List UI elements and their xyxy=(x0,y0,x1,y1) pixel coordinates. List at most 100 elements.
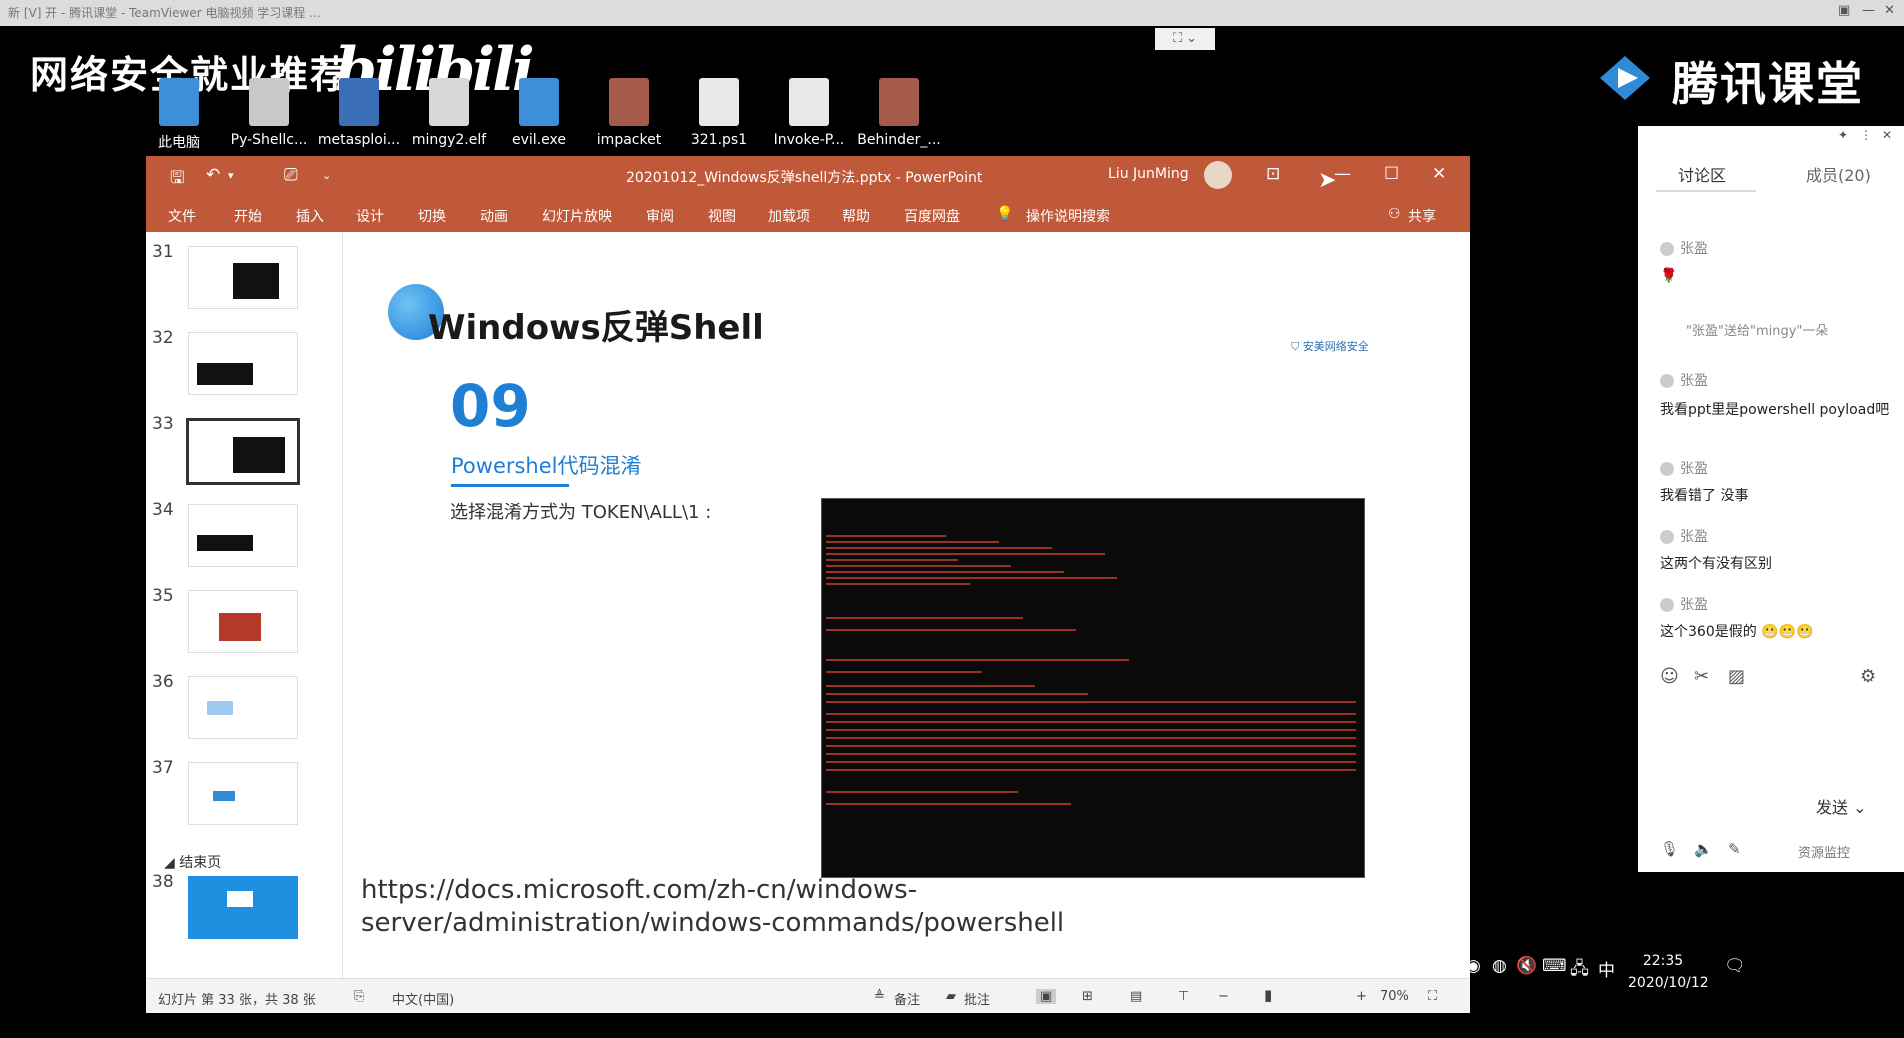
desktop-icon[interactable]: 此电脑 xyxy=(136,78,222,152)
minimize-icon[interactable]: — xyxy=(1334,164,1351,184)
undo-icon[interactable]: ↶ xyxy=(206,165,220,185)
comments-button[interactable]: 批注 xyxy=(964,989,990,1008)
tab-file[interactable]: 文件 xyxy=(168,206,196,226)
thumbnail-slide[interactable] xyxy=(188,504,298,567)
restore-icon[interactable]: ▣ xyxy=(1838,3,1850,18)
network-icon[interactable]: 🖧 xyxy=(1570,956,1589,985)
tab-transitions[interactable]: 切换 xyxy=(418,206,446,226)
tab-animations[interactable]: 动画 xyxy=(480,206,508,226)
more-icon[interactable]: ⋮ xyxy=(1860,128,1872,142)
tray-app-icon[interactable]: ◉ xyxy=(1466,956,1481,976)
zoom-in-icon[interactable]: + xyxy=(1356,989,1367,1004)
section-header[interactable]: ◢ 结束页 xyxy=(164,852,221,872)
present-icon[interactable]: ⎚ xyxy=(284,165,298,185)
settings-icon[interactable]: ⚙ xyxy=(1860,666,1876,687)
slide-scrollbar[interactable] xyxy=(1455,232,1469,978)
emoji-icon[interactable]: ☺ xyxy=(1660,666,1679,687)
notes-button[interactable]: 备注 xyxy=(894,989,920,1008)
tab-help[interactable]: 帮助 xyxy=(842,206,870,226)
tell-me-search[interactable]: 操作说明搜索 xyxy=(1026,206,1110,226)
collapse-arrow-icon[interactable]: ◢ xyxy=(164,855,175,871)
desktop-icon[interactable]: metasploi... xyxy=(316,78,402,148)
tab-addins[interactable]: 加载项 xyxy=(768,206,810,226)
thumbnail-slide[interactable] xyxy=(188,590,298,653)
notification-icon[interactable]: 🗨 xyxy=(1724,956,1746,976)
desktop-icon[interactable]: impacket xyxy=(586,78,672,148)
close-icon[interactable]: ✕ xyxy=(1882,128,1892,142)
maximize-icon[interactable]: ☐ xyxy=(1384,164,1399,184)
tab-design[interactable]: 设计 xyxy=(356,206,384,226)
fit-slide-icon[interactable]: ⛶ xyxy=(1428,989,1437,1004)
close-icon[interactable]: ✕ xyxy=(1432,164,1446,184)
close-icon[interactable]: ✕ xyxy=(1884,3,1895,18)
clock-date: 2020/10/12 xyxy=(1628,975,1709,991)
desktop-icon[interactable]: Behinder_... xyxy=(856,78,942,148)
tab-home[interactable]: 开始 xyxy=(234,206,262,226)
desktop-icon[interactable]: evil.exe xyxy=(496,78,582,148)
pen-icon[interactable]: ✎ xyxy=(1728,840,1741,858)
clock[interactable]: 22:35 2020/10/12 xyxy=(1628,950,1709,994)
minimize-icon[interactable]: — xyxy=(1862,3,1875,18)
tab-members[interactable]: 成员(20) xyxy=(1806,162,1871,186)
emoji-icon: 😬😬😬 xyxy=(1761,624,1814,640)
accessibility-icon[interactable]: ⎘ xyxy=(354,989,364,1004)
terminal-text-line xyxy=(826,791,1018,793)
share-icon[interactable]: ⚇ xyxy=(1388,206,1401,222)
tab-view[interactable]: 视图 xyxy=(708,206,736,226)
metasploit-icon xyxy=(339,78,379,126)
tray-teamviewer-icon[interactable]: ◍ xyxy=(1492,956,1507,976)
slide-title: Windows反弹Shell xyxy=(428,308,764,348)
slide-logo: ⛉ 安美网络安全 xyxy=(1291,338,1369,354)
share-button[interactable]: 共享 xyxy=(1408,206,1436,226)
tab-slideshow[interactable]: 幻灯片放映 xyxy=(542,206,612,226)
terminal-text-line xyxy=(826,617,1023,619)
ribbon-display-icon[interactable]: ⊡ xyxy=(1266,164,1280,184)
send-button[interactable]: 发送 ⌄ xyxy=(1816,794,1867,818)
thumbnail-scrollbar[interactable] xyxy=(326,232,340,978)
pin-icon[interactable]: ✦ xyxy=(1838,128,1848,142)
chat-message: 我看错了 没事 xyxy=(1660,488,1749,504)
zoom-slider[interactable]: ▮ xyxy=(1264,986,1272,1004)
microphone-icon[interactable]: 🎙 xyxy=(1660,840,1679,858)
reading-view-icon[interactable]: ▤ xyxy=(1130,989,1142,1004)
thumbnail-slide[interactable] xyxy=(188,762,298,825)
tab-review[interactable]: 审阅 xyxy=(646,206,674,226)
ime-indicator[interactable]: 中 xyxy=(1598,956,1615,981)
thumbnail-slide[interactable] xyxy=(188,246,298,309)
keyboard-icon[interactable]: ⌨ xyxy=(1542,956,1567,976)
undo-dropdown-icon[interactable]: ▾ xyxy=(228,169,234,182)
zoom-level[interactable]: 70% xyxy=(1380,989,1409,1004)
slide-sorter-icon[interactable]: ⊞ xyxy=(1082,989,1093,1004)
thumbnail-slide[interactable] xyxy=(188,332,298,395)
remote-toolbar-toggle[interactable]: ⛶ ⌄ xyxy=(1155,28,1215,50)
language-status[interactable]: 中文(中国) xyxy=(392,989,454,1008)
tab-discussion[interactable]: 讨论区 xyxy=(1678,162,1726,186)
thumbnail-slide-38[interactable] xyxy=(188,876,298,939)
desktop-icon[interactable]: 321.ps1 xyxy=(676,78,762,148)
desktop-icon-label: 此电脑 xyxy=(158,135,200,151)
desktop-icon[interactable]: mingy2.elf xyxy=(406,78,492,148)
slide-canvas[interactable]: Windows反弹Shell ⛉ 安美网络安全 09 Powershel代码混淆… xyxy=(343,232,1470,978)
scissors-icon[interactable]: ✂ xyxy=(1694,666,1709,687)
volume-mute-icon[interactable]: 🔇 xyxy=(1516,956,1537,976)
save-icon[interactable]: 🖫 xyxy=(170,165,184,194)
lightbulb-icon[interactable]: 💡 xyxy=(996,206,1013,222)
speaker-icon[interactable]: 🔈 xyxy=(1694,840,1713,858)
zoom-out-icon[interactable]: − xyxy=(1218,989,1229,1004)
image-icon[interactable]: ▨ xyxy=(1728,666,1745,687)
tab-baidu-netdisk[interactable]: 百度网盘 xyxy=(904,206,960,226)
signed-in-user[interactable]: Liu JunMing xyxy=(1108,166,1189,182)
notes-icon[interactable]: ≜ xyxy=(874,989,885,1004)
thumbnail-slide[interactable] xyxy=(188,676,298,739)
desktop-icon[interactable]: Py-Shellc... xyxy=(226,78,312,148)
tab-insert[interactable]: 插入 xyxy=(296,206,324,226)
slideshow-view-icon[interactable]: ⊤ xyxy=(1178,989,1189,1004)
avatar[interactable] xyxy=(1204,161,1232,189)
thumbnail-slide[interactable] xyxy=(186,418,300,485)
desktop-icon[interactable]: Invoke-P... xyxy=(766,78,852,148)
comments-icon[interactable]: ▰ xyxy=(946,989,956,1004)
customize-qat-icon[interactable]: ⌄ xyxy=(322,169,331,182)
powerpoint-title-bar: 🖫 ↶ ▾ ⎚ ⌄ 20201012_Windows反弹shell方法.pptx… xyxy=(146,156,1470,196)
normal-view-icon[interactable]: ▣ xyxy=(1036,989,1057,1004)
resource-monitor-button[interactable]: 资源监控 xyxy=(1798,842,1850,861)
